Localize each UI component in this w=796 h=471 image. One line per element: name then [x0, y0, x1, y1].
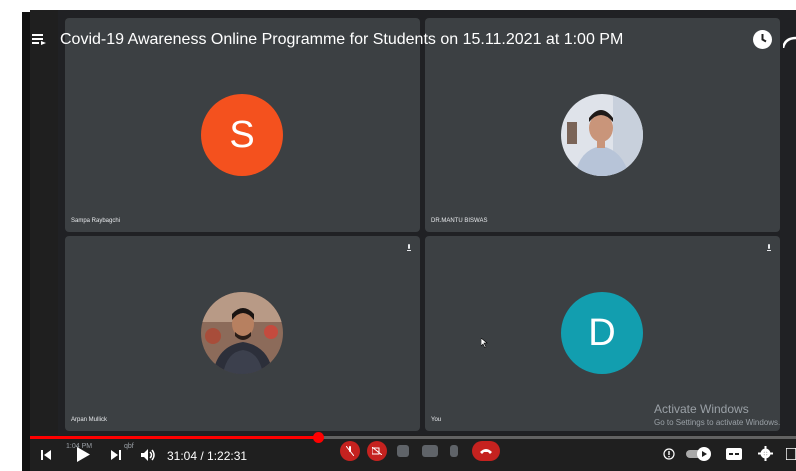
playlist-menu-icon[interactable]: [32, 33, 46, 45]
watch-later-icon[interactable]: [753, 30, 772, 49]
subtitles-icon[interactable]: [726, 447, 744, 461]
watermark-line-2: Go to Settings to activate Windows.: [654, 418, 781, 427]
volume-icon[interactable]: [140, 448, 156, 462]
mic-muted-icon: [407, 244, 411, 251]
mic-muted-icon: [767, 244, 771, 251]
progress-fill: [30, 436, 319, 439]
video-title[interactable]: Covid-19 Awareness Online Programme for …: [60, 31, 623, 49]
participant-tile: DR.MANTU BISWAS: [425, 18, 780, 232]
share-icon[interactable]: [783, 34, 796, 48]
phone-hangup-icon: [480, 449, 492, 454]
autoplay-icon[interactable]: [686, 446, 714, 462]
meet-clock-text: 1:04 PM: [66, 443, 93, 450]
participant-name: Arpan Mullick: [71, 417, 108, 423]
watermark-line-1: Activate Windows: [654, 402, 749, 416]
participant-name: You: [431, 417, 442, 423]
windows-activation-watermark: Activate Windows Go to Settings to activ…: [654, 402, 780, 427]
avatar: S: [201, 94, 283, 176]
participant-tile: S Sampa Raybagchi: [65, 18, 420, 232]
participant-tile: Arpan Mullick: [65, 236, 420, 431]
info-icon[interactable]: [663, 448, 675, 460]
participant-name: Sampa Raybagchi: [71, 218, 121, 224]
meet-present-icon: [422, 445, 438, 457]
time-display: 31:04 / 1:22:31: [167, 449, 248, 463]
avatar: D: [561, 292, 643, 374]
meet-mic-button: [340, 441, 360, 461]
avatar: [561, 94, 643, 176]
settings-gear-icon[interactable]: [758, 446, 773, 461]
player-edge: [22, 12, 30, 471]
meet-end-call-button: [472, 441, 500, 461]
avatar: [201, 292, 283, 374]
mic-off-icon: [346, 446, 354, 456]
miniplayer-icon[interactable]: [786, 448, 796, 460]
scrubber-handle[interactable]: [313, 432, 325, 443]
meet-more-icon: [450, 445, 458, 457]
mouse-cursor-icon: [481, 338, 488, 348]
participant-name: DR.MANTU BISWAS: [431, 218, 488, 224]
next-icon[interactable]: [110, 449, 122, 461]
previous-icon[interactable]: [40, 449, 52, 461]
progress-bar[interactable]: [30, 432, 796, 443]
meet-code-text: qbf: [124, 443, 134, 450]
camera-off-icon: [372, 447, 382, 455]
meet-captions-icon: [397, 445, 409, 457]
meet-camera-button: [367, 441, 387, 461]
meet-grid: S Sampa Raybagchi DR.MANTU BISWAS Arpan …: [58, 10, 796, 435]
